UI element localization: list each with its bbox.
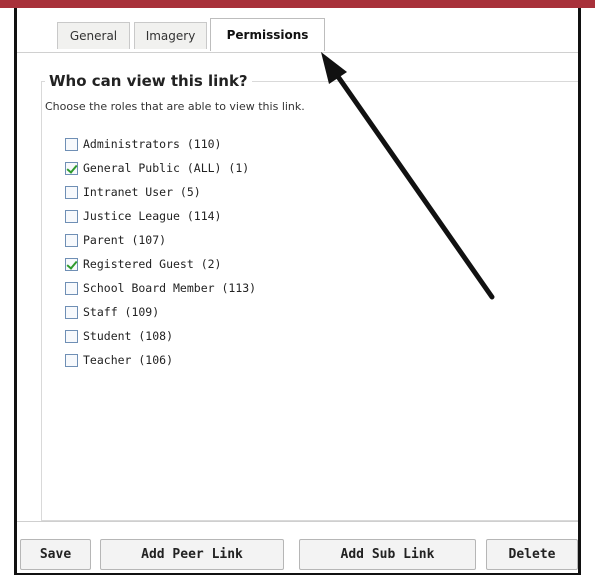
save-button[interactable]: Save [20, 539, 91, 570]
annotation-arrow-icon [321, 52, 495, 300]
delete-button[interactable]: Delete [486, 539, 578, 570]
add-peer-link-button[interactable]: Add Peer Link [100, 539, 284, 570]
tab-content-area: General Imagery Permissions Who can view… [17, 8, 578, 521]
add-sub-link-button[interactable]: Add Sub Link [299, 539, 476, 570]
link-editor-panel: General Imagery Permissions Who can view… [14, 8, 581, 575]
action-button-bar: Save Add Peer Link Add Sub Link Delete [17, 521, 578, 573]
top-accent-bar [0, 0, 595, 8]
